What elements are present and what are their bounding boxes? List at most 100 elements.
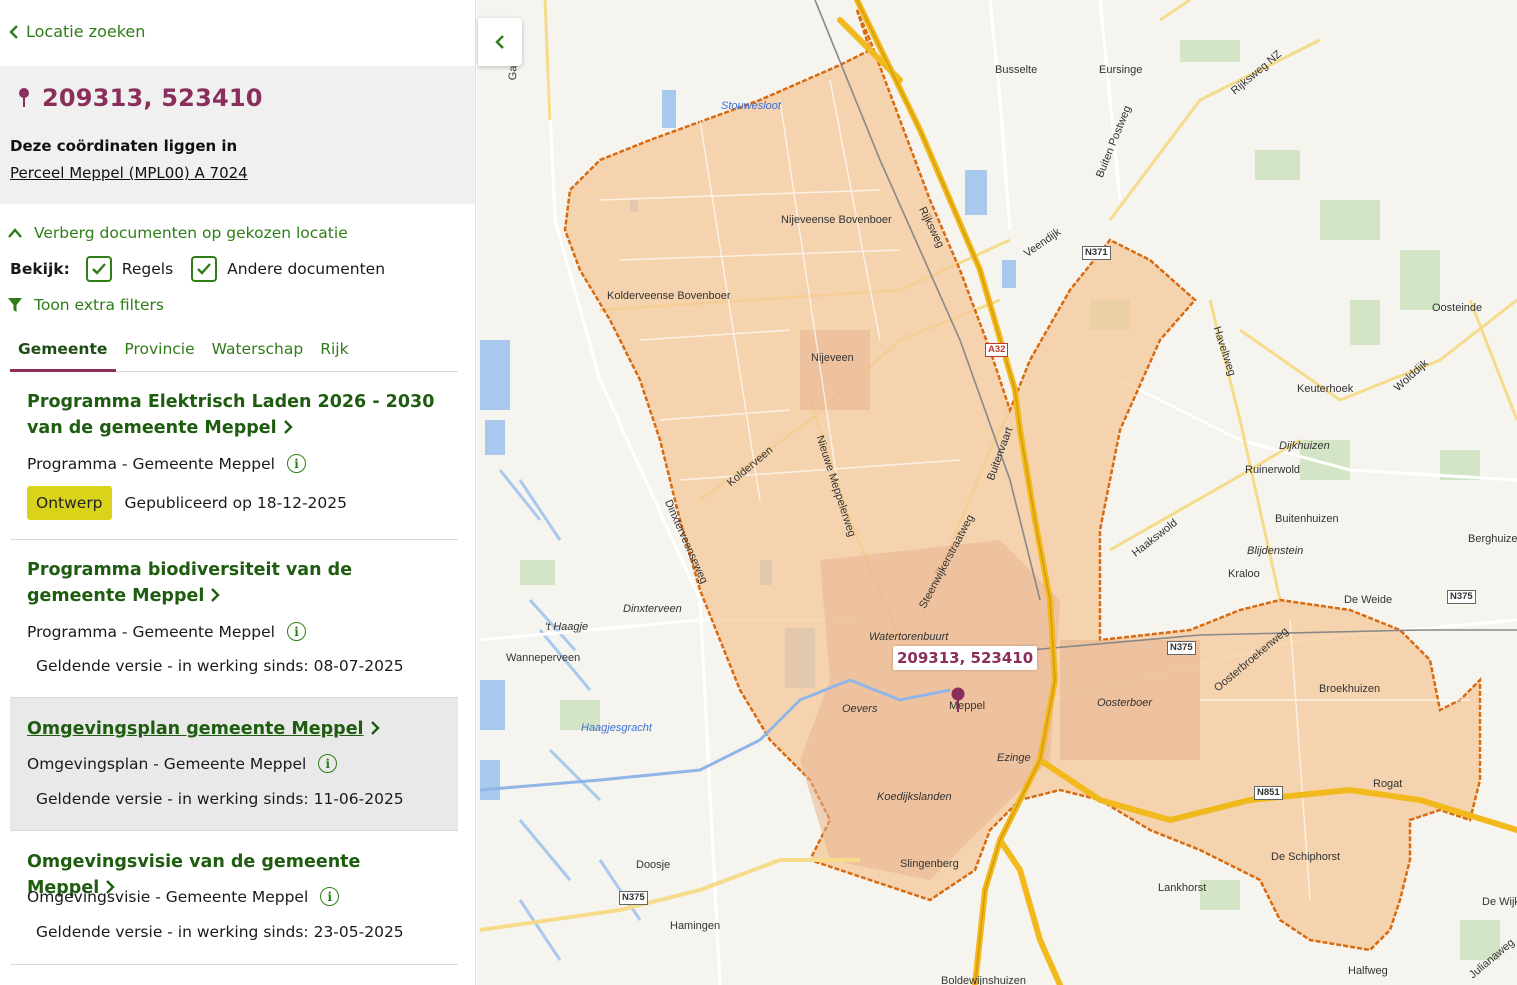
coordinate-value: 209313, 523410 bbox=[42, 84, 263, 112]
document-type-label: Programma - Gemeente Meppel bbox=[27, 454, 275, 473]
document-status-text: Gepubliceerd op 18-12-2025 bbox=[124, 494, 347, 512]
sidebar: Locatie zoeken 209313, 523410 Deze coörd… bbox=[0, 0, 476, 985]
place-label: Ezinge bbox=[997, 752, 1031, 764]
place-label: Halfweg bbox=[1348, 965, 1388, 977]
document-item: Programma Elektrisch Laden 2026 - 2030 v… bbox=[10, 373, 458, 540]
location-pin-icon[interactable] bbox=[950, 687, 966, 713]
checkbox-rules-box[interactable] bbox=[85, 256, 112, 282]
place-label: Nijeveense Bovenboer bbox=[781, 214, 892, 226]
place-label: Nijeveen bbox=[811, 352, 854, 364]
checkmark-icon bbox=[197, 263, 212, 275]
place-label: Boldewijnshuizen bbox=[941, 975, 1026, 985]
toggle-documents-button[interactable]: Verberg documenten op gekozen locatie bbox=[8, 224, 348, 242]
road-shield: N375 bbox=[619, 891, 648, 905]
tab-rijk[interactable]: Rijk bbox=[312, 338, 357, 372]
place-label: Koedijkslanden bbox=[877, 791, 952, 803]
place-label: Berghuizen bbox=[1468, 533, 1517, 545]
place-label: De Schiphorst bbox=[1271, 851, 1341, 863]
document-version: Geldende versie - in werking sinds: 23-0… bbox=[36, 923, 404, 941]
info-icon[interactable]: i bbox=[320, 887, 340, 906]
tab-gemeente[interactable]: Gemeente bbox=[10, 338, 117, 372]
document-title-link[interactable]: Programma Elektrisch Laden 2026 - 2030 v… bbox=[27, 389, 437, 441]
place-label: Eursinge bbox=[1099, 64, 1143, 76]
place-label: Dijkhuizen bbox=[1279, 440, 1330, 452]
map-canvas[interactable] bbox=[477, 0, 1517, 985]
place-label: Ruinerwold bbox=[1245, 464, 1301, 476]
document-type: Omgevingsvisie - Gemeente Meppel i bbox=[27, 887, 340, 906]
document-title-link[interactable]: Omgevingsplan gemeente Meppel bbox=[27, 716, 437, 742]
place-label: Oevers bbox=[842, 703, 878, 715]
road-shield: N375 bbox=[1167, 641, 1196, 655]
view-filter: Bekijk: Regels Andere documenten bbox=[10, 256, 403, 282]
document-type: Programma - Gemeente Meppel i bbox=[27, 622, 306, 641]
chevron-up-icon bbox=[8, 228, 22, 238]
chevron-right-icon bbox=[211, 588, 221, 602]
place-label: Oosteinde bbox=[1432, 302, 1483, 314]
place-label: Buitenhuizen bbox=[1275, 513, 1339, 525]
checkbox-other-documents[interactable]: Andere documenten bbox=[191, 256, 385, 282]
document-title: Programma biodiversiteit van de gemeente… bbox=[27, 560, 353, 606]
parcel-link[interactable]: Perceel Meppel (MPL00) A 7024 bbox=[10, 164, 248, 182]
checkbox-other-box[interactable] bbox=[191, 256, 218, 282]
place-label: Broekhuizen bbox=[1319, 683, 1381, 695]
filter-icon bbox=[8, 298, 22, 312]
coordinate-panel: 209313, 523410 Deze coördinaten liggen i… bbox=[0, 66, 475, 204]
pin-icon bbox=[19, 88, 29, 107]
place-label: 't Haagje bbox=[545, 621, 589, 633]
document-version: Geldende versie - in werking sinds: 11-0… bbox=[36, 790, 404, 808]
road-shield: N851 bbox=[1254, 786, 1283, 800]
document-title: Programma Elektrisch Laden 2026 - 2030 v… bbox=[27, 392, 435, 438]
document-status: Ontwerp Gepubliceerd op 18-12-2025 bbox=[27, 486, 347, 520]
tab-waterschap[interactable]: Waterschap bbox=[204, 338, 313, 372]
location-intro: Deze coördinaten liggen in bbox=[10, 137, 238, 155]
place-label: Oosterboer bbox=[1097, 697, 1153, 709]
chevron-right-icon bbox=[370, 721, 380, 735]
extra-filters-label: Toon extra filters bbox=[34, 296, 164, 314]
tab-provincie[interactable]: Provincie bbox=[116, 338, 203, 372]
checkbox-rules-label: Regels bbox=[121, 260, 174, 278]
document-item: Omgevingsplan gemeente Meppel Omgevingsp… bbox=[10, 698, 458, 831]
document-title-link[interactable]: Programma biodiversiteit van de gemeente… bbox=[27, 557, 437, 609]
place-label: Doosje bbox=[636, 859, 671, 871]
document-type-label: Programma - Gemeente Meppel bbox=[27, 622, 275, 641]
checkmark-icon bbox=[91, 263, 106, 275]
back-to-search-link[interactable]: Locatie zoeken bbox=[8, 22, 145, 41]
place-label: Stouwesloot bbox=[721, 100, 781, 112]
info-icon[interactable]: i bbox=[318, 754, 338, 773]
tab-bar: Gemeente Provincie Waterschap Rijk bbox=[10, 338, 458, 372]
place-label: Kraloo bbox=[1228, 568, 1260, 580]
place-label: Haagjesgracht bbox=[581, 722, 652, 734]
view-label: Bekijk: bbox=[10, 260, 70, 278]
chevron-right-icon bbox=[283, 420, 293, 434]
road-shield: N375 bbox=[1447, 590, 1476, 604]
info-icon[interactable]: i bbox=[286, 454, 306, 473]
place-label: De Wijk bbox=[1482, 896, 1517, 908]
chevron-left-icon bbox=[495, 35, 504, 49]
place-label: Hamingen bbox=[670, 920, 721, 932]
toggle-documents-label: Verberg documenten op gekozen locatie bbox=[34, 224, 348, 242]
document-version: Geldende versie - in werking sinds: 08-0… bbox=[36, 657, 404, 675]
chevron-left-icon bbox=[9, 24, 18, 39]
collapse-sidebar-button[interactable] bbox=[478, 18, 522, 66]
place-label: Keuterhoek bbox=[1297, 383, 1354, 395]
map-view[interactable]: Busselte Eursinge Stouwesloot Nijeveense… bbox=[477, 0, 1517, 985]
document-type: Programma - Gemeente Meppel i bbox=[27, 454, 306, 473]
document-type-label: Omgevingsvisie - Gemeente Meppel bbox=[27, 887, 309, 906]
coordinate-popup: 209313, 523410 bbox=[893, 646, 1038, 670]
checkbox-rules[interactable]: Regels bbox=[85, 256, 174, 282]
document-title: Omgevingsplan gemeente Meppel bbox=[27, 719, 364, 739]
document-item: Omgevingsvisie van de gemeente Meppel Om… bbox=[10, 831, 458, 965]
place-label: Wanneperveen bbox=[506, 652, 581, 664]
extra-filters-button[interactable]: Toon extra filters bbox=[8, 296, 164, 314]
document-type: Omgevingsplan - Gemeente Meppel i bbox=[27, 754, 338, 773]
place-label: Blijdenstein bbox=[1247, 545, 1304, 557]
place-label: Kolderveense Bovenboer bbox=[607, 290, 731, 302]
road-shield: N371 bbox=[1082, 246, 1111, 260]
place-label: Dinxterveen bbox=[623, 603, 682, 615]
place-label: Slingenberg bbox=[900, 858, 959, 870]
place-label: Lankhorst bbox=[1158, 882, 1207, 894]
document-item: Programma biodiversiteit van de gemeente… bbox=[10, 540, 458, 698]
info-icon[interactable]: i bbox=[286, 622, 306, 641]
coordinate-title: 209313, 523410 bbox=[16, 84, 263, 112]
place-label: De Weide bbox=[1344, 594, 1393, 606]
